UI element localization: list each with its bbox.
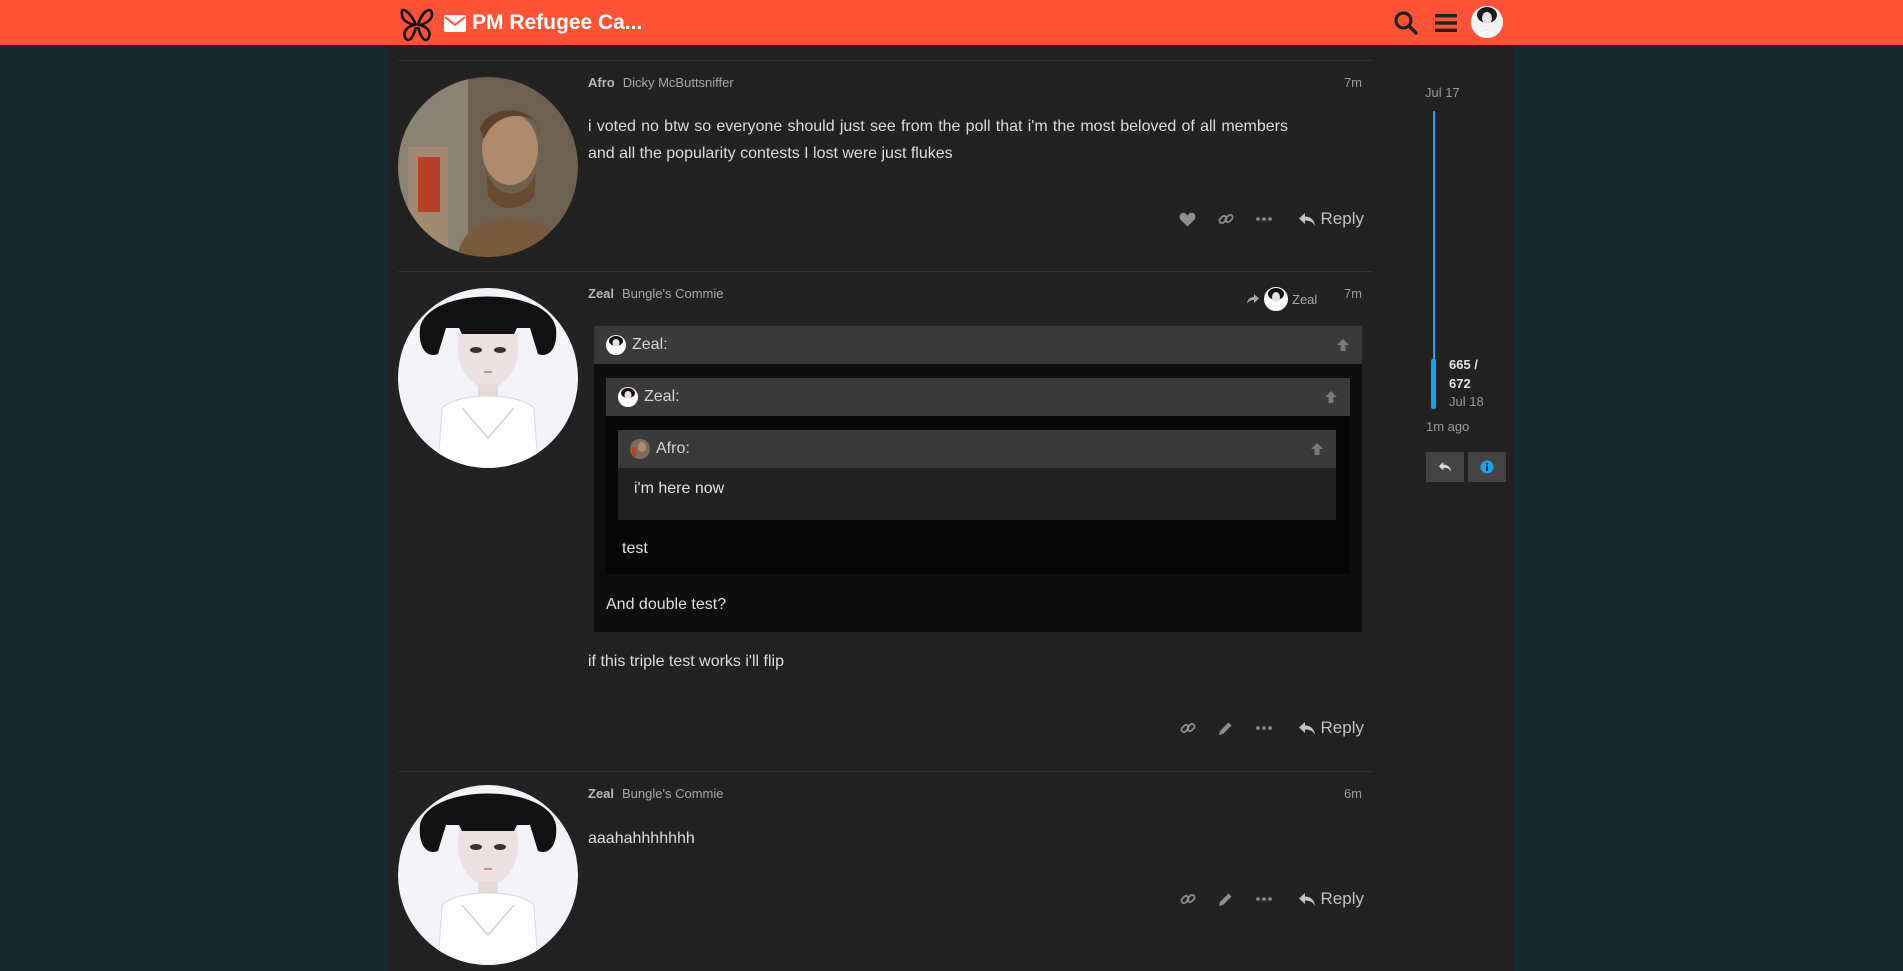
link-icon[interactable]	[1178, 718, 1198, 738]
reply-button[interactable]: Reply	[1298, 889, 1364, 909]
quote-text: And double test?	[606, 596, 727, 613]
quote-title[interactable]: Zeal:	[606, 378, 1350, 416]
post-date[interactable]: 7m	[1344, 75, 1362, 90]
pencil-icon[interactable]	[1216, 718, 1236, 738]
timeline-position-total: 672	[1449, 376, 1471, 391]
more-icon[interactable]	[1254, 209, 1274, 229]
quote-title[interactable]: Zeal:	[594, 326, 1362, 364]
post-body: aaahahhhhhhh	[588, 830, 695, 847]
arrow-up-icon[interactable]	[1324, 390, 1338, 404]
quote-text: i'm here now	[634, 480, 725, 497]
post-afro: Afro Dicky McButtsniffer 7m i voted no b…	[398, 60, 1372, 271]
heart-icon[interactable]	[1178, 209, 1198, 229]
post-controls: Reply	[1178, 718, 1364, 738]
post-body: i voted no btw so everyone should just s…	[588, 118, 1288, 162]
reply-to-avatar	[1264, 287, 1288, 311]
reply-arrow-icon	[1298, 892, 1315, 906]
post-meta: Afro Dicky McButtsniffer	[588, 75, 734, 90]
post-date[interactable]: 7m	[1344, 286, 1362, 301]
reply-arrow-icon	[1438, 461, 1452, 473]
share-arrow-icon	[1247, 294, 1259, 304]
avatar[interactable]	[398, 77, 578, 257]
timeline-current-date: Jul 18	[1449, 394, 1484, 409]
reply-arrow-icon	[1298, 721, 1315, 735]
post-controls: Reply	[1178, 209, 1364, 229]
quote-inner: Afro: i'm here now	[618, 430, 1336, 520]
link-icon[interactable]	[1216, 209, 1236, 229]
arrow-up-icon[interactable]	[1310, 442, 1324, 456]
user-title: Bungle's Commie	[622, 286, 724, 301]
reply-label: Reply	[1320, 209, 1364, 228]
avatar[interactable]	[398, 288, 578, 468]
quote-avatar	[606, 335, 626, 355]
post-body: if this triple test works i'll flip	[588, 653, 784, 670]
timeline-start-date[interactable]: Jul 17	[1425, 85, 1460, 100]
post-meta: Zeal Bungle's Commie	[588, 786, 723, 801]
post-controls: Reply	[1178, 889, 1364, 909]
post-date[interactable]: 6m	[1344, 786, 1362, 801]
site-header: PM Refugee Ca...	[0, 0, 1903, 45]
pencil-icon[interactable]	[1216, 889, 1236, 909]
reply-to-name: Zeal	[1292, 291, 1318, 307]
arrow-up-icon[interactable]	[1336, 338, 1350, 352]
hamburger-menu-icon[interactable]	[1433, 10, 1459, 36]
quote-author: Zeal:	[632, 336, 668, 353]
username[interactable]: Afro	[588, 75, 615, 90]
reply-button[interactable]: Reply	[1298, 718, 1364, 738]
quote-author: Zeal:	[644, 388, 680, 405]
reply-label: Reply	[1320, 889, 1364, 908]
user-title: Dicky McButtsniffer	[622, 75, 734, 90]
username[interactable]: Zeal	[588, 286, 614, 301]
quote-avatar	[618, 387, 638, 407]
timeline-reply-button[interactable]	[1426, 452, 1464, 482]
timeline-position: 665 / 672	[1449, 355, 1478, 393]
link-icon[interactable]	[1178, 889, 1198, 909]
avatar[interactable]	[398, 785, 578, 965]
info-icon	[1480, 460, 1494, 474]
reply-arrow-icon	[1298, 212, 1315, 226]
post-meta: Zeal Bungle's Commie	[588, 286, 723, 301]
timeline-position-current: 665 /	[1449, 357, 1478, 372]
reply-label: Reply	[1320, 718, 1364, 737]
site-title[interactable]: PM Refugee Ca...	[472, 11, 642, 35]
butterfly-logo-icon[interactable]	[396, 3, 438, 43]
envelope-icon	[444, 14, 466, 32]
post-zeal-1: Zeal Bungle's Commie Zeal 7m Zeal: Zeal:	[398, 271, 1372, 771]
quote-avatar	[630, 439, 650, 459]
timeline-scroll-handle[interactable]	[1431, 359, 1436, 409]
quote-middle: Zeal: Afro: i'm here now test	[606, 378, 1350, 574]
reply-to-tab[interactable]: Zeal	[1246, 287, 1317, 311]
post-zeal-2: Zeal Bungle's Commie 6m aaahahhhhhhh Rep…	[398, 771, 1372, 971]
quote-title[interactable]: Afro:	[618, 430, 1336, 468]
quote-author: Afro:	[656, 440, 690, 457]
more-icon[interactable]	[1254, 718, 1274, 738]
user-title: Bungle's Commie	[622, 786, 724, 801]
quote-text: test	[622, 540, 648, 557]
username[interactable]: Zeal	[588, 786, 614, 801]
timeline-last-activity[interactable]: 1m ago	[1426, 419, 1469, 434]
quote-outer: Zeal: Zeal: Afro: i'm here now test And …	[594, 326, 1362, 632]
reply-button[interactable]: Reply	[1298, 209, 1364, 229]
search-icon[interactable]	[1393, 10, 1419, 36]
more-icon[interactable]	[1254, 889, 1274, 909]
timeline-info-button[interactable]	[1468, 452, 1506, 482]
current-user-avatar[interactable]	[1471, 6, 1503, 38]
